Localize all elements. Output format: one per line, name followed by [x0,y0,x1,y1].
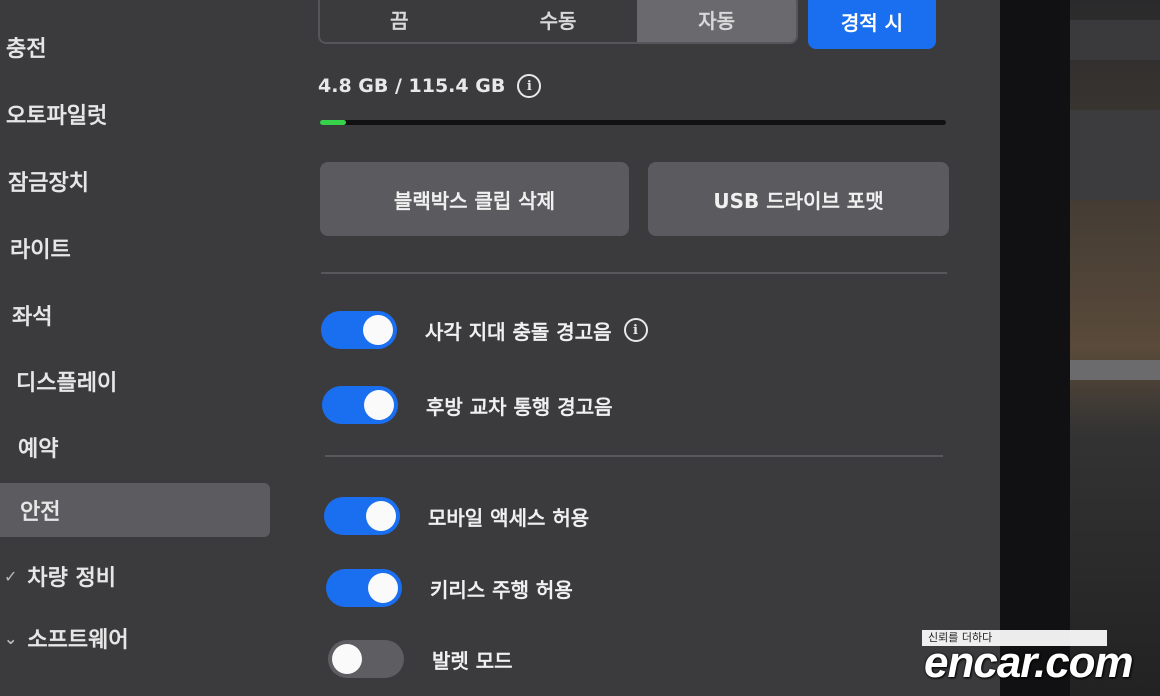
rear-cross-traffic-toggle[interactable] [322,386,398,424]
rear-cross-traffic-label: 후방 교차 통행 경고음 [426,394,613,419]
sidebar-item-autopilot[interactable]: 오토파일럿 [0,87,276,141]
sidebar-item-label: 충전 [6,37,47,62]
delete-dashcam-clips-button[interactable]: 블랙박스 클립 삭제 [320,162,629,236]
wrench-icon: ✓ [4,566,18,586]
toggle-knob [368,573,398,603]
encar-watermark: 신뢰를 더하다 encar.com [922,630,1160,696]
sentry-option-off[interactable]: 끔 [320,0,479,42]
watermark-brand: encar.com [924,638,1134,687]
download-icon: ⌄ [4,628,18,648]
sentry-option-auto[interactable]: 자동 [637,0,796,42]
valet-mode-label: 발렛 모드 [432,648,513,673]
sidebar-item-label: 라이트 [10,238,71,263]
storage-progress-fill [320,120,347,125]
sidebar: 충전 오토파일럿 잠금장치 라이트 좌석 디스플레이 예약 안전 ✓ 차량 정비… [0,0,275,696]
blind-spot-warning-label: 사각 지대 충돌 경고음 [425,319,612,344]
blind-spot-warning-row: 사각 지대 충돌 경고음 i [321,311,648,349]
mobile-access-label: 모바일 액세스 허용 [428,505,590,530]
info-icon[interactable]: i [623,318,648,342]
sentry-mode-selector: 끔 수동 자동 [318,0,798,44]
sentry-option-manual[interactable]: 수동 [479,0,638,42]
storage-progress-bar [320,120,946,125]
settings-screen: 충전 오토파일럿 잠금장치 라이트 좌석 디스플레이 예약 안전 ✓ 차량 정비… [0,0,1000,696]
storage-usage: 4.8 GB / 115.4 GB i [318,74,542,98]
mobile-access-row: 모바일 액세스 허용 [324,497,589,535]
toggle-knob [363,315,393,345]
sidebar-item-locks[interactable]: 잠금장치 [0,154,278,208]
sidebar-item-label: 소프트웨어 [27,628,129,653]
blind-spot-warning-toggle[interactable] [321,311,397,349]
alarm-on-honk-button[interactable]: 경적 시 [808,0,936,49]
section-divider [321,272,947,274]
toggle-knob [366,501,396,531]
sidebar-item-label: 좌석 [12,305,53,330]
rear-cross-traffic-row: 후방 교차 통행 경고음 [322,386,613,424]
sidebar-item-lights[interactable]: 라이트 [0,221,280,275]
toggle-knob [364,390,394,420]
valet-mode-row: 발렛 모드 [328,640,513,678]
keyless-driving-toggle[interactable] [326,569,402,607]
screen-bezel [990,0,1070,696]
car-interior-background [1065,0,1160,696]
sidebar-item-software[interactable]: ⌄ 소프트웨어 [0,611,254,665]
sidebar-item-label: 디스플레이 [16,371,118,396]
valet-mode-toggle[interactable] [328,640,404,678]
sidebar-item-label: 잠금장치 [8,171,89,196]
sidebar-item-safety[interactable]: 안전 [0,483,270,537]
sidebar-item-label: 예약 [18,437,59,462]
toggle-knob [332,644,362,674]
sidebar-item-label: 오토파일럿 [6,104,108,129]
sidebar-item-display[interactable]: 디스플레이 [0,354,286,408]
sidebar-item-label: 안전 [20,500,61,525]
sidebar-item-schedule[interactable]: 예약 [0,420,288,474]
section-divider [325,455,943,457]
sidebar-item-service[interactable]: ✓ 차량 정비 [0,549,254,603]
keyless-driving-label: 키리스 주행 허용 [430,577,573,602]
keyless-driving-row: 키리스 주행 허용 [326,569,573,607]
format-usb-drive-button[interactable]: USB 드라이브 포맷 [648,162,949,236]
sidebar-item-label: 차량 정비 [27,566,117,591]
info-icon[interactable]: i [517,74,542,98]
sidebar-item-charging[interactable]: 충전 [0,20,276,74]
sidebar-item-seats[interactable]: 좌석 [0,288,282,342]
storage-usage-label: 4.8 GB / 115.4 GB [318,75,506,97]
mobile-access-toggle[interactable] [324,497,400,535]
